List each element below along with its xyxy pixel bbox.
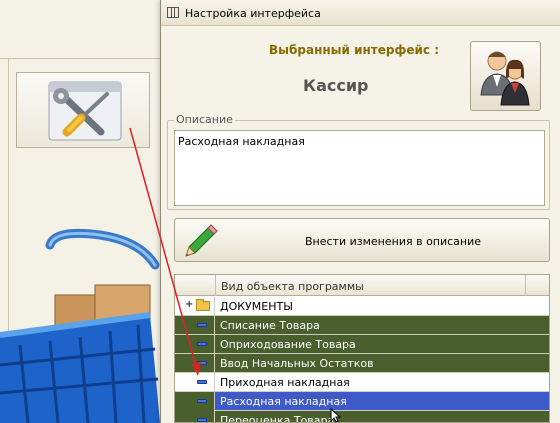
- dash-icon: [197, 418, 207, 422]
- row-marker-cell: [175, 316, 215, 335]
- table-row[interactable]: Списание Товара: [175, 316, 549, 335]
- row-label: Приходная накладная: [220, 376, 350, 389]
- row-label: ДОКУМЕНТЫ: [220, 300, 293, 313]
- column-header-object-kind[interactable]: Вид объекта программы: [221, 280, 364, 293]
- row-label: Оприходование Товара: [220, 338, 356, 351]
- dash-icon: [197, 399, 207, 403]
- edit-description-button[interactable]: Внести изменения в описание: [174, 218, 550, 262]
- dash-icon: [197, 380, 207, 384]
- dash-icon: [197, 342, 207, 346]
- table-row-selected[interactable]: Расходная накладная: [175, 392, 549, 411]
- table-row[interactable]: Оприходование Товара: [175, 335, 549, 354]
- row-marker-cell: [175, 354, 215, 373]
- table-row[interactable]: Приходная накладная: [175, 373, 549, 392]
- mouse-cursor-icon: [330, 408, 342, 423]
- pencil-icon: [185, 224, 218, 257]
- header-divider: [525, 275, 526, 296]
- selected-interface-value: Кассир: [303, 76, 369, 95]
- row-label: Расходная накладная: [220, 395, 347, 408]
- selected-interface-label: Выбранный интерфейс :: [269, 43, 440, 57]
- dash-icon: [197, 361, 207, 365]
- expand-icon[interactable]: +: [185, 299, 193, 310]
- shopping-basket-image: [0, 228, 160, 423]
- row-marker-cell: [175, 335, 215, 354]
- row-marker-cell: [175, 392, 215, 411]
- row-label: Списание Товара: [220, 319, 320, 332]
- row-marker-cell: +: [175, 297, 215, 316]
- background-window: [0, 0, 170, 423]
- table-header: Вид объекта программы: [175, 275, 549, 296]
- table-row[interactable]: Переоценка Товара: [175, 411, 549, 423]
- header-divider: [215, 275, 216, 296]
- row-label: Переоценка Товара: [220, 414, 335, 423]
- interface-settings-dialog: Настройка интерфейса Выбранный интерфейс…: [160, 0, 560, 423]
- users-icon: [480, 51, 530, 106]
- description-field[interactable]: Расходная накладная: [174, 130, 545, 206]
- table-row-documents[interactable]: + ДОКУМЕНТЫ: [175, 297, 549, 316]
- row-label: Ввод Начальных Остатков: [220, 357, 374, 370]
- description-group: Описание Расходная накладная: [167, 113, 550, 210]
- row-marker-cell: [175, 373, 215, 392]
- description-legend: Описание: [174, 113, 235, 126]
- select-interface-button[interactable]: [470, 41, 541, 111]
- dialog-title: Настройка интерфейса: [185, 7, 321, 20]
- program-objects-table: Вид объекта программы + ДОКУМЕНТЫ Списан…: [174, 274, 550, 423]
- row-marker-cell: [175, 411, 215, 422]
- folder-icon: [196, 299, 210, 311]
- table-row[interactable]: Ввод Начальных Остатков: [175, 354, 549, 373]
- wrench-screwdriver-icon: [48, 81, 122, 141]
- window-icon: [167, 7, 179, 18]
- edit-description-label: Внести изменения в описание: [305, 235, 482, 248]
- dash-icon: [197, 323, 207, 327]
- settings-tool-button[interactable]: [16, 72, 150, 148]
- dialog-titlebar[interactable]: Настройка интерфейса: [161, 0, 560, 26]
